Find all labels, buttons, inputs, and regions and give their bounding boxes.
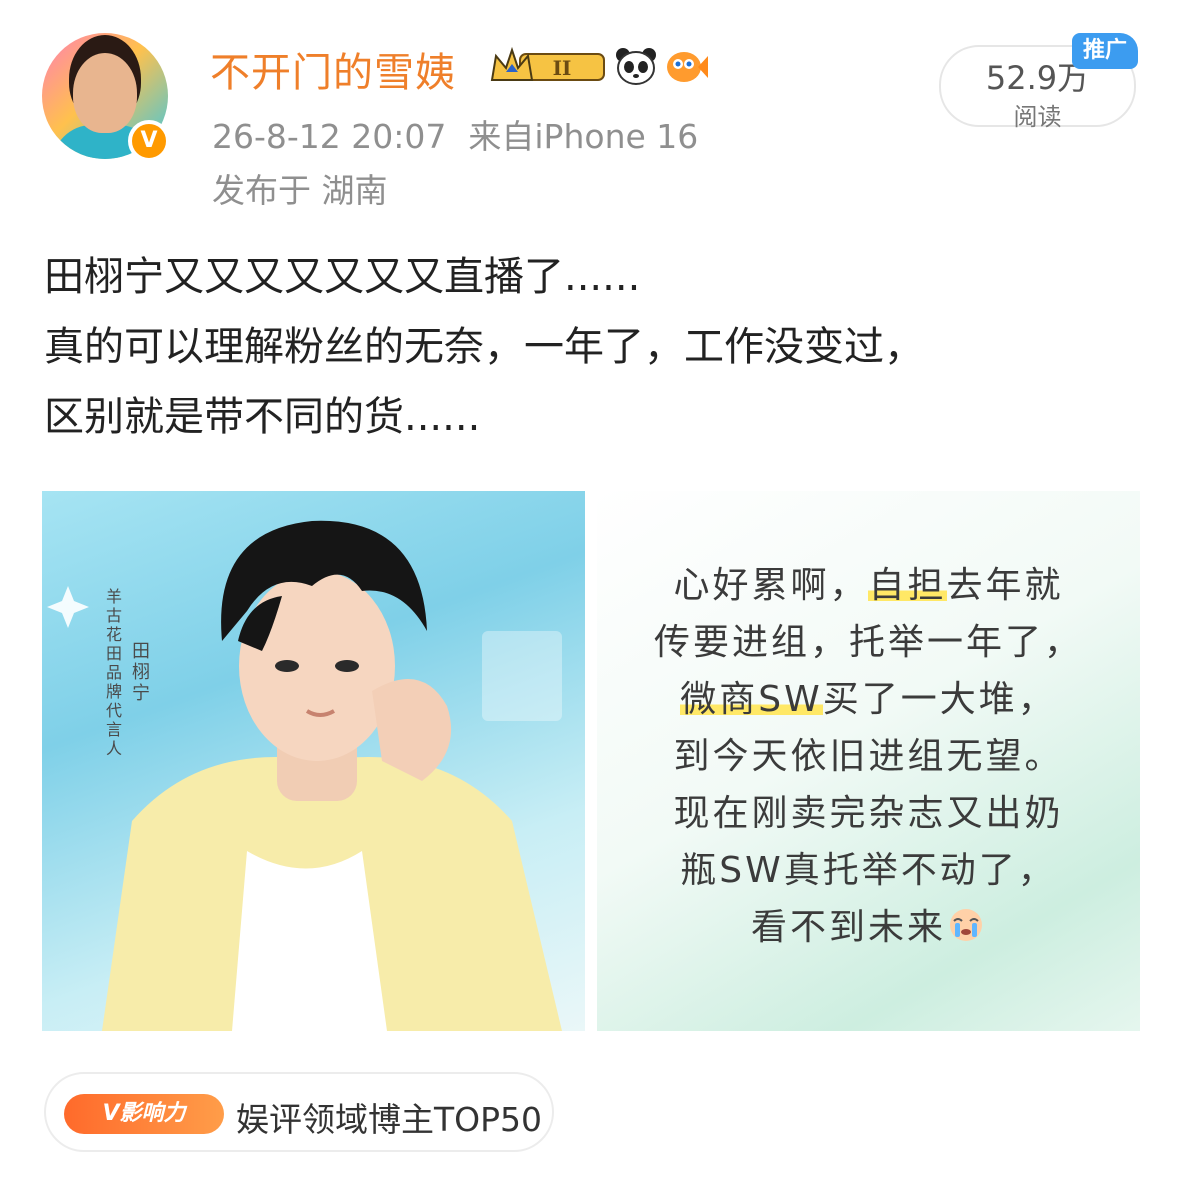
text-card-line: 传要进组，托举一年了， [653, 622, 1083, 663]
highlighted-phrase: 自担 [868, 565, 947, 606]
crying-face-icon [950, 909, 982, 941]
influence-tag[interactable]: V影响力 娱评领域博主TOP50 [44, 1072, 554, 1152]
promote-badge[interactable]: 推广 [1072, 33, 1138, 69]
post-image-portrait[interactable]: 羊古花田品牌代言人 田栩宁 [42, 491, 585, 1031]
portrait-name-vertical: 田栩宁 [132, 641, 150, 704]
post-line: 田栩宁又又又又又又又直播了...... [44, 254, 641, 300]
fish-emoji-icon [667, 52, 708, 82]
panda-emoji-icon [616, 48, 656, 85]
text-card-line: 心好累啊，自担去年就 [673, 565, 1064, 606]
text-card-line: 微商SW买了一大堆， [680, 679, 1057, 720]
influence-badge: V影响力 [64, 1094, 224, 1134]
highlighted-phrase: 微商SW [680, 679, 823, 720]
post-line: 真的可以理解粉丝的无奈，一年了，工作没变过， [44, 324, 924, 370]
text-card-line: 瓶SW真托举不动了， [680, 850, 1057, 891]
portrait-caption: 羊古花田品牌代言人 [106, 587, 123, 758]
post-timestamp: 26-8-12 20:07 [212, 117, 447, 156]
post-line: 区别就是带不同的货...... [44, 394, 481, 440]
portrait-illustration [47, 520, 562, 1031]
text-card-last-line: 看不到未来 [597, 899, 1140, 956]
text-card-line: 看不到未来 [750, 907, 946, 948]
text-card-body: 心好累啊，自担去年就 传要进组，托举一年了， 微商SW买了一大堆， 到今天依旧进… [597, 557, 1140, 956]
text-card-line: 现在刚卖完杂志又出奶 [673, 793, 1064, 834]
text-card-line: 到今天依旧进组无望。 [673, 736, 1064, 777]
verified-badge-icon: V [128, 120, 170, 162]
read-count-label: 阅读 [1013, 103, 1062, 131]
post-image-text-card[interactable]: 心好累啊，自担去年就 传要进组，托举一年了， 微商SW买了一大堆， 到今天依旧进… [597, 491, 1140, 1031]
vip-crown-level-icon[interactable]: II [490, 46, 606, 84]
influence-text: 娱评领域博主TOP50 [236, 1100, 543, 1139]
author-name[interactable]: 不开门的雪姨 [210, 40, 456, 98]
post-meta: 26-8-12 20:07 来自iPhone 16 [212, 110, 698, 158]
avatar-illustration-face [73, 53, 137, 133]
post-body: 田栩宁又又又又又又又直播了...... 真的可以理解粉丝的无奈，一年了，工作没变… [44, 242, 1144, 452]
post-location: 发布于 湖南 [212, 171, 388, 210]
svg-text:II: II [553, 56, 572, 80]
post-source[interactable]: 来自iPhone 16 [468, 117, 698, 156]
